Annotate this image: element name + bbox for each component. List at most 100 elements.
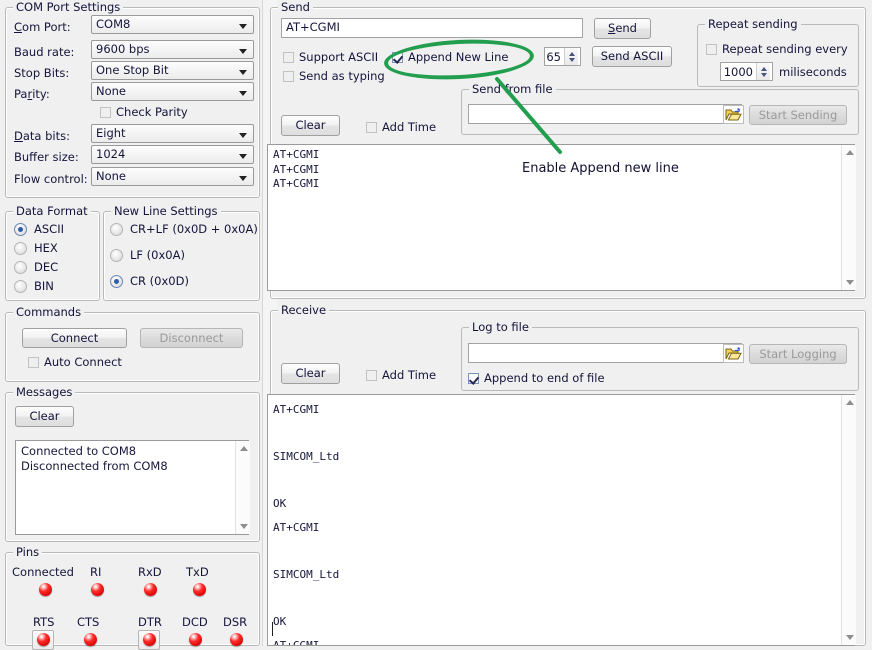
led-rts — [37, 633, 50, 646]
support-ascii-label: Support ASCII — [299, 50, 378, 64]
support-ascii-checkbox[interactable]: Support ASCII — [283, 51, 378, 64]
repeat-interval-value: 1000 — [724, 65, 753, 79]
scroll-down-icon[interactable] — [842, 275, 857, 290]
radio-data-format-bin[interactable]: BIN — [14, 279, 54, 293]
radio-mark — [110, 249, 123, 262]
radio-data-format-ascii[interactable]: ASCII — [14, 222, 64, 236]
pin-label-dtr: DTR — [138, 615, 162, 629]
open-folder-icon[interactable] — [723, 105, 744, 124]
scroll-up-icon[interactable] — [236, 441, 251, 456]
com-port-select[interactable]: COM8 — [91, 15, 254, 34]
stop-bits-label: Stop Bits: — [14, 66, 69, 80]
send-button[interactable]: Send — [594, 18, 651, 39]
buffer-size-select[interactable]: 1024 — [91, 145, 254, 164]
messages-title: Messages — [13, 386, 75, 398]
checkbox-box — [366, 370, 377, 381]
parity-select[interactable]: None — [91, 82, 254, 101]
ascii-code-stepper[interactable]: 65 — [544, 47, 581, 66]
check-parity-checkbox[interactable]: Check Parity — [100, 106, 188, 119]
log-to-file-title: Log to file — [469, 321, 532, 333]
repeat-sending-every-checkbox[interactable]: Repeat sending every — [706, 43, 848, 56]
ascii-code-value: 65 — [546, 50, 561, 64]
checkbox-box — [366, 122, 377, 133]
receive-title: Receive — [278, 304, 329, 316]
start-sending-button[interactable]: Start Sending — [749, 105, 847, 125]
open-folder-icon[interactable] — [723, 344, 744, 363]
com-port-label: Com Port: — [14, 20, 71, 34]
scroll-down-icon[interactable] — [236, 519, 251, 534]
parity-value: None — [96, 84, 126, 98]
annotation-text: Enable Append new line — [522, 161, 679, 176]
radio-newline-lf[interactable]: LF (0x0A) — [110, 248, 185, 262]
messages-clear-button[interactable]: Clear — [15, 406, 74, 427]
pin-label-cts: CTS — [77, 615, 99, 629]
radio-mark — [14, 280, 27, 293]
repeat-sending-title: Repeat sending — [705, 18, 801, 30]
stepper-arrows[interactable] — [564, 48, 578, 65]
send-ascii-button[interactable]: Send ASCII — [592, 46, 672, 67]
send-as-typing-checkbox[interactable]: Send as typing — [283, 70, 385, 83]
led-connected — [39, 583, 52, 596]
receive-add-time-label: Add Time — [382, 368, 436, 382]
append-to-end-of-file-checkbox[interactable]: Append to end of file — [468, 372, 605, 385]
receive-clear-button[interactable]: Clear — [281, 363, 340, 384]
data-bits-select[interactable]: Eight — [91, 124, 254, 143]
led-rxd — [144, 583, 157, 596]
checkbox-box — [100, 107, 111, 118]
stop-bits-select[interactable]: One Stop Bit — [91, 61, 254, 80]
start-logging-button[interactable]: Start Logging — [749, 344, 847, 364]
radio-label: CR+LF (0x0D + 0x0A) — [130, 222, 258, 236]
radio-data-format-dec[interactable]: DEC — [14, 260, 58, 274]
radio-mark — [110, 223, 123, 236]
com-port-value: COM8 — [96, 17, 130, 31]
send-title: Send — [278, 1, 313, 13]
chevron-down-icon — [239, 176, 247, 181]
receive-terminal[interactable]: AT+CGMI SIMCOM_Ltd OK AT+CGMI SIMCOM_Ltd… — [267, 394, 855, 646]
open-folder-glyph — [725, 347, 742, 361]
receive-terminal-scrollbar[interactable] — [841, 395, 856, 645]
disconnect-button[interactable]: Disconnect — [140, 328, 243, 348]
receive-add-time-checkbox[interactable]: Add Time — [366, 369, 436, 382]
flow-control-select[interactable]: None — [91, 167, 254, 186]
messages-log: Connected to COM8 Disconnected from COM8 — [15, 440, 249, 535]
send-clear-button[interactable]: Clear — [281, 115, 340, 136]
send-from-file-path-input[interactable] — [468, 104, 742, 124]
connect-button[interactable]: Connect — [22, 328, 127, 348]
checkbox-box — [283, 71, 294, 82]
radio-mark — [14, 223, 27, 236]
send-terminal-scrollbar[interactable] — [841, 145, 856, 290]
radio-mark — [14, 242, 27, 255]
auto-connect-checkbox[interactable]: Auto Connect — [28, 356, 122, 369]
radio-label: CR (0x0D) — [130, 274, 189, 288]
pin-label-txd: TxD — [186, 565, 209, 579]
stepper-arrows[interactable] — [756, 63, 770, 80]
radio-data-format-hex[interactable]: HEX — [14, 241, 58, 255]
chevron-down-icon — [239, 70, 247, 75]
scroll-down-icon[interactable] — [842, 630, 857, 645]
radio-label: DEC — [34, 260, 58, 274]
radio-mark — [110, 275, 123, 288]
radio-label: BIN — [34, 279, 54, 293]
pin-label-rxd: RxD — [138, 565, 162, 579]
repeat-interval-stepper[interactable]: 1000 — [720, 62, 773, 81]
chevron-down-icon — [239, 49, 247, 54]
baud-rate-select[interactable]: 9600 bps — [91, 40, 254, 59]
log-to-file-path-input[interactable] — [468, 343, 742, 363]
stop-bits-value: One Stop Bit — [96, 63, 168, 77]
radio-newline-crlf[interactable]: CR+LF (0x0D + 0x0A) — [110, 222, 258, 236]
scroll-up-icon[interactable] — [842, 145, 857, 160]
chevron-down-icon — [239, 91, 247, 96]
append-to-end-of-file-label: Append to end of file — [484, 371, 605, 385]
led-dtr — [143, 633, 156, 646]
send-command-input[interactable]: AT+CGMI — [281, 18, 583, 38]
scroll-up-icon[interactable] — [842, 395, 857, 410]
chevron-down-icon — [239, 154, 247, 159]
messages-scrollbar[interactable] — [235, 441, 250, 534]
radio-newline-cr[interactable]: CR (0x0D) — [110, 274, 189, 288]
send-as-typing-label: Send as typing — [299, 69, 385, 83]
baud-rate-value: 9600 bps — [96, 42, 150, 56]
pin-label-ri: RI — [90, 565, 101, 579]
led-dsr — [230, 633, 243, 646]
send-add-time-checkbox[interactable]: Add Time — [366, 121, 436, 134]
repeat-unit-label: miliseconds — [779, 65, 847, 79]
